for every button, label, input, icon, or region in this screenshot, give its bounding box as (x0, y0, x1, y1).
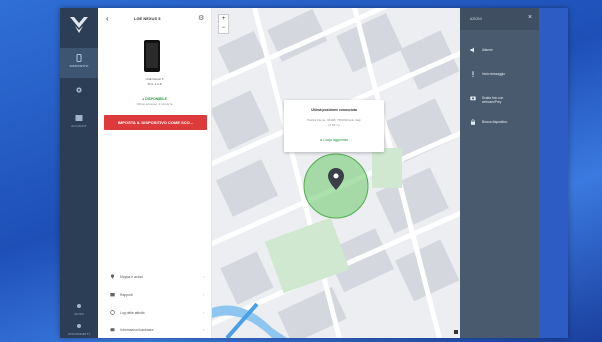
action-lock-device[interactable]: Blocca dispositivo (460, 112, 539, 132)
actions-title: AZIONI (470, 17, 482, 21)
camera-icon (470, 96, 476, 101)
close-icon[interactable]: × (528, 14, 532, 21)
lock-icon (471, 119, 475, 125)
actions-panel: AZIONI × Allarme Invia messaggio Scatta … (460, 8, 539, 338)
device-name: LGE Nexus 5 (145, 77, 164, 81)
map-view[interactable]: + − Ultima posizione conosciuta Piazza F… (212, 8, 460, 338)
action-take-photo[interactable]: Scatta foto con webcam/Prey (460, 88, 539, 108)
device-panel: ‹ LGE NEXUS 5 ⚙ LGE Nexus 5 Prot. 1.2.8 … (98, 8, 212, 338)
action-label: Invia messaggio (482, 72, 506, 76)
menu-item-label: Informazioni hardware (120, 328, 154, 332)
device-status: ● DISPONIBILE (142, 97, 167, 101)
action-label: Blocca dispositivo (482, 120, 508, 124)
menu-item-map-actions[interactable]: Mappa e azioni › (98, 270, 211, 284)
menu-item-reports[interactable]: Rapporti › (98, 288, 211, 302)
last-location-popup: Ultima posizione conosciuta Piazza Fiume… (284, 100, 384, 152)
device-version: Prot. 1.2.8 (147, 82, 162, 86)
menu-item-label: Rapporti (120, 293, 133, 297)
menu-item-label: Mappa e azioni (120, 275, 143, 279)
rail-item-devices[interactable]: DISPOSITIVI (60, 48, 98, 78)
device-panel-header: ‹ LGE NEXUS 5 ⚙ (98, 8, 211, 30)
map-tiles (212, 8, 460, 338)
menu-item-activity-log[interactable]: Log delle attività › (98, 306, 211, 320)
speaker-icon (470, 47, 474, 53)
zoom-out-button[interactable]: − (219, 24, 228, 33)
rail-item-account[interactable]: ACCOUNT (60, 108, 98, 138)
gear-icon (76, 87, 82, 93)
chevron-right-icon: › (203, 310, 205, 315)
zoom-in-button[interactable]: + (219, 15, 228, 24)
desktop-background-strip (539, 8, 568, 338)
rail-item-label: ACCOUNT (71, 124, 87, 128)
device-image (144, 40, 160, 72)
prey-logo-icon (70, 17, 88, 33)
actions-header: AZIONI × (460, 8, 539, 30)
help-icon (77, 304, 81, 308)
nav-rail: DISPOSITIVI ACCOUNT AIUTO DISCONNETTI (60, 8, 98, 338)
zoom-control: + − (218, 14, 229, 34)
device-last-seen: Ultimo accesso: 2 minuti fa (136, 102, 173, 106)
popup-accuracy: (± 50 m) (328, 123, 340, 127)
account-icon (75, 115, 83, 121)
rail-item-logout[interactable]: DISCONNETTI (60, 316, 98, 338)
device-header-title: LGE NEXUS 5 (134, 16, 161, 21)
chevron-right-icon: › (203, 274, 205, 279)
rail-item-label: DISCONNETTI (68, 332, 90, 336)
exclamation-icon (472, 71, 474, 77)
popup-location-link[interactable]: ⊕ Luogo aggiornato (284, 138, 384, 142)
action-alarm[interactable]: Allarme (460, 40, 539, 60)
app-window: DISPOSITIVI ACCOUNT AIUTO DISCONNETTI ‹ … (60, 8, 568, 338)
menu-item-hardware-info[interactable]: Informazioni hardware › (98, 323, 211, 337)
chevron-right-icon: › (203, 327, 205, 332)
action-send-message[interactable]: Invia messaggio (460, 64, 539, 84)
rail-item-label: DISPOSITIVI (69, 64, 89, 68)
map-pin-icon (110, 274, 115, 279)
phone-icon (76, 54, 82, 62)
set-missing-button[interactable]: IMPOSTA IL DISPOSITIVO COME SCO... (104, 115, 207, 130)
chevron-right-icon: › (203, 292, 205, 297)
clock-icon (110, 310, 115, 315)
menu-item-label: Log delle attività (120, 311, 145, 315)
back-arrow-icon[interactable]: ‹ (106, 14, 109, 23)
hardware-icon (110, 328, 115, 332)
logout-icon (77, 324, 81, 328)
action-label-line2: webcam/Prey (482, 100, 502, 104)
popup-address: Piazza Fiume, 00198, TRIONFALE, Italy (307, 118, 361, 122)
folder-icon (110, 293, 115, 297)
device-settings-gear-icon[interactable]: ⚙ (198, 14, 204, 22)
action-label: Allarme (482, 48, 493, 52)
rail-item-settings[interactable] (60, 80, 98, 110)
popup-title: Ultima posizione conosciuta (311, 108, 357, 112)
